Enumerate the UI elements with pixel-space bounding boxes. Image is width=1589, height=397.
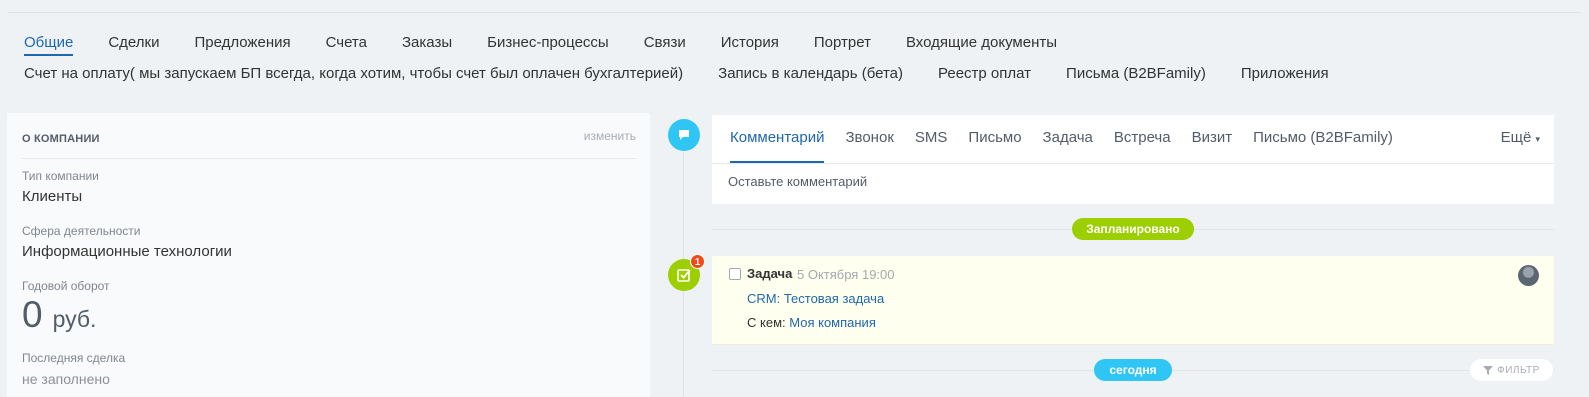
tab-b2bfamily-letters[interactable]: Письма (B2BFamily) xyxy=(1066,64,1206,84)
tab-incoming-documents[interactable]: Входящие документы xyxy=(906,33,1057,56)
editor-tab-meeting[interactable]: Встреча xyxy=(1114,115,1171,163)
top-divider xyxy=(8,12,1581,13)
comment-icon xyxy=(668,119,700,151)
company-type-label: Тип компании xyxy=(22,169,99,183)
activity-editor-tabs: Комментарий Звонок SMS Письмо Задача Вст… xyxy=(730,115,1414,163)
task-complete-checkbox[interactable] xyxy=(729,268,741,280)
task-with-label: С кем: xyxy=(747,315,786,330)
company-card-header: О КОМПАНИИ изменить xyxy=(22,129,636,159)
chevron-down-icon: ▾ xyxy=(1535,134,1540,144)
tab-general[interactable]: Общие xyxy=(24,33,74,56)
turnover-currency: руб. xyxy=(52,306,97,332)
tab-business-processes[interactable]: Бизнес-процессы xyxy=(487,33,609,56)
comment-input[interactable]: Оставьте комментарий xyxy=(728,174,867,189)
tab-invoices[interactable]: Счета xyxy=(326,33,367,56)
timeline-filter-button[interactable]: ФИЛЬТР xyxy=(1470,359,1553,381)
industry-field[interactable]: Сфера деятельности Информационные технол… xyxy=(22,224,232,261)
editor-tab-call[interactable]: Звонок xyxy=(845,115,893,163)
task-crm-link[interactable]: CRM: Тестовая задача xyxy=(747,291,884,306)
editor-tab-email[interactable]: Письмо xyxy=(968,115,1021,163)
annual-turnover-value: 0 руб. xyxy=(22,295,110,335)
today-section-badge: сегодня xyxy=(1094,359,1172,381)
company-card-title: О КОМПАНИИ xyxy=(22,133,100,145)
company-type-value: Клиенты xyxy=(22,188,83,205)
tab-history[interactable]: История xyxy=(721,33,779,56)
annual-turnover-label: Годовой оборот xyxy=(22,279,110,293)
last-deal-field[interactable]: Последняя сделка не заполнено xyxy=(22,351,125,387)
last-deal-label: Последняя сделка xyxy=(22,351,126,365)
task-company-link[interactable]: Моя компания xyxy=(789,315,876,330)
tab-payment-registry[interactable]: Реестр оплат xyxy=(938,64,1031,84)
tab-portrait[interactable]: Портрет xyxy=(814,33,871,56)
editor-more-button[interactable]: Ещё ▾ xyxy=(1501,129,1540,146)
planned-task-item: Задача 5 Октября 19:00 CRM: Тестовая зад… xyxy=(712,256,1554,345)
tab-orders[interactable]: Заказы xyxy=(402,33,452,56)
filter-label: ФИЛЬТР xyxy=(1497,364,1540,376)
tab-quotes[interactable]: Предложения xyxy=(194,33,290,56)
activity-editor: Комментарий Звонок SMS Письмо Задача Вст… xyxy=(712,115,1554,204)
editor-tab-comment[interactable]: Комментарий xyxy=(730,115,825,163)
entity-tabs-row-1: Общие Сделки Предложения Счета Заказы Би… xyxy=(24,33,1092,56)
entity-tabs-row-2: Счет на оплату( мы запускаем БП всегда, … xyxy=(24,64,1364,84)
company-info-card: О КОМПАНИИ изменить Тип компании Клиенты… xyxy=(7,113,650,397)
tab-applications[interactable]: Приложения xyxy=(1241,64,1329,84)
tab-calendar-entry[interactable]: Запись в календарь (бета) xyxy=(718,64,903,84)
editor-divider xyxy=(712,163,1554,164)
company-type-field[interactable]: Тип компании Клиенты xyxy=(22,169,99,206)
task-deadline: 5 Октября 19:00 xyxy=(797,267,895,282)
editor-tab-sms[interactable]: SMS xyxy=(915,115,948,163)
editor-tab-task[interactable]: Задача xyxy=(1043,115,1093,163)
avatar[interactable] xyxy=(1518,265,1539,286)
task-counter-badge: 1 xyxy=(690,254,705,269)
last-deal-value: не заполнено xyxy=(22,371,110,387)
filter-icon xyxy=(1483,366,1494,375)
editor-more-label: Ещё xyxy=(1500,129,1532,146)
task-title[interactable]: Задача xyxy=(747,266,792,281)
edit-company-link[interactable]: изменить xyxy=(584,129,636,143)
editor-tab-b2bfamily-email[interactable]: Письмо (B2BFamily) xyxy=(1253,115,1393,163)
editor-tab-visit[interactable]: Визит xyxy=(1192,115,1233,163)
industry-value: Информационные технологии xyxy=(22,243,232,260)
task-participant: С кем: Моя компания xyxy=(747,315,876,330)
industry-label: Сфера деятельности xyxy=(22,224,141,238)
tab-payment-invoice[interactable]: Счет на оплату( мы запускаем БП всегда, … xyxy=(24,64,683,84)
tab-deals[interactable]: Сделки xyxy=(108,33,159,56)
tab-links[interactable]: Связи xyxy=(644,33,686,56)
turnover-amount: 0 xyxy=(22,294,43,335)
planned-section-badge: Запланировано xyxy=(1072,218,1194,240)
annual-turnover-field[interactable]: Годовой оборот 0 руб. xyxy=(22,279,110,335)
